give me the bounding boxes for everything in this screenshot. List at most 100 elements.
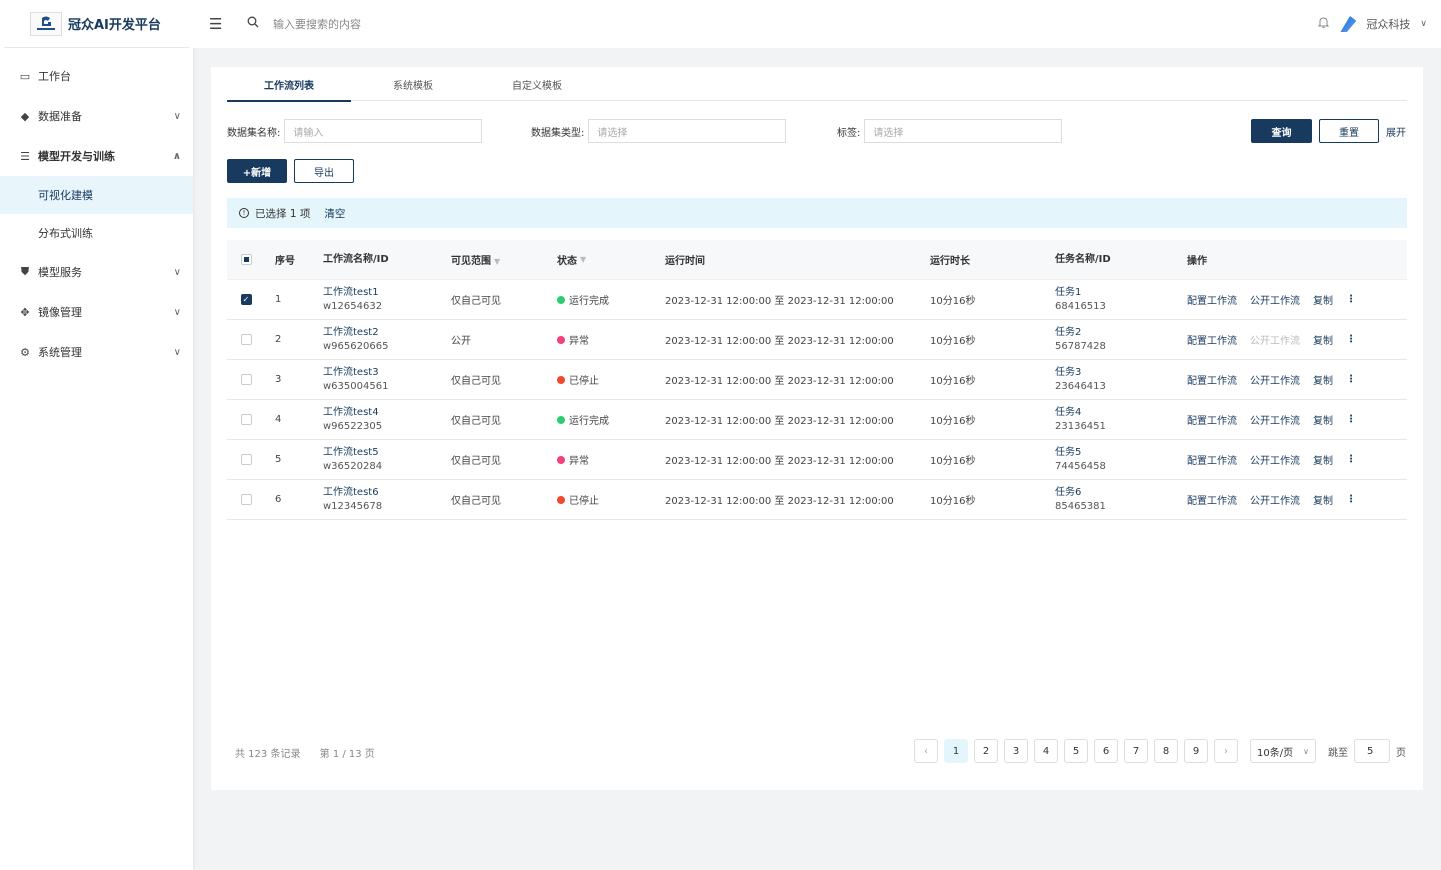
sidebar-item-model-service[interactable]: ⛊ 模型服务 ∨ (0, 252, 193, 292)
row-checkbox[interactable] (240, 454, 252, 465)
copy-button[interactable]: 复制 (1313, 412, 1333, 427)
configure-workflow-button[interactable]: 配置工作流 (1187, 292, 1237, 307)
user-name[interactable]: 冠众科技 (1366, 16, 1410, 32)
filter-icon[interactable]: ▼ (580, 255, 586, 264)
visibility-cell: 仅自己可见 (451, 376, 501, 387)
configure-workflow-button[interactable]: 配置工作流 (1187, 332, 1237, 347)
tab-custom-templates[interactable]: 自定义模板 (475, 67, 599, 101)
more-actions-icon[interactable]: ⋮ (1346, 294, 1356, 305)
global-search-input[interactable] (273, 17, 573, 31)
sidebar-subitem-visual-modeling[interactable]: 可视化建模 (0, 176, 193, 214)
clear-selection-link[interactable]: 清空 (324, 206, 345, 221)
page-size-select[interactable]: 10条/页 ∨ (1250, 739, 1316, 763)
next-page-button[interactable]: › (1214, 739, 1238, 763)
task-name[interactable]: 任务1 (1055, 286, 1187, 300)
copy-button[interactable]: 复制 (1313, 332, 1333, 347)
table-row[interactable]: 4 工作流test4 w96522305 仅自己可见 运行完成 2023-12-31 12… (227, 400, 1407, 440)
row-checkbox[interactable] (240, 494, 252, 505)
menu-toggle-icon[interactable]: ☰ (209, 15, 229, 33)
page-number-button[interactable]: 6 (1094, 739, 1118, 763)
prev-page-button[interactable]: ‹ (914, 739, 938, 763)
gear-icon: ⚙ (20, 345, 30, 359)
sidebar-item-model-dev[interactable]: ☰ 模型开发与训练 ∧ (0, 136, 193, 176)
more-actions-icon[interactable]: ⋮ (1346, 494, 1356, 505)
user-avatar-icon[interactable] (1340, 16, 1357, 32)
row-checkbox[interactable] (240, 414, 252, 425)
page-number-button[interactable]: 7 (1124, 739, 1148, 763)
row-index: 1 (275, 294, 282, 305)
row-index: 2 (275, 334, 282, 345)
tag-select[interactable]: 请选择 (864, 119, 1063, 143)
page-number-button[interactable]: 2 (974, 739, 998, 763)
bell-icon[interactable] (1317, 16, 1330, 33)
dataset-name-input[interactable]: 请输入 (284, 119, 483, 143)
workflow-name[interactable]: 工作流test4 (323, 406, 451, 420)
configure-workflow-button[interactable]: 配置工作流 (1187, 372, 1237, 387)
task-name[interactable]: 任务2 (1055, 326, 1187, 340)
jump-page-input[interactable]: 5 (1354, 739, 1390, 763)
row-checkbox[interactable] (240, 374, 252, 385)
sidebar-item-workbench[interactable]: ▭ 工作台 (0, 56, 193, 96)
table-row[interactable]: 6 工作流test6 w12345678 仅自己可见 已停止 2023-12-31 12:… (227, 480, 1407, 520)
tab-system-templates[interactable]: 系统模板 (351, 67, 475, 101)
sidebar-subitem-distributed-training[interactable]: 分布式训练 (0, 214, 193, 252)
publish-workflow-button[interactable]: 公开工作流 (1250, 412, 1300, 427)
workflow-name-cell: 工作流test6 w12345678 (323, 486, 451, 514)
task-cell: 任务5 74456458 (1055, 446, 1187, 474)
copy-button[interactable]: 复制 (1313, 452, 1333, 467)
more-actions-icon[interactable]: ⋮ (1346, 454, 1356, 465)
more-actions-icon[interactable]: ⋮ (1346, 334, 1356, 345)
copy-button[interactable]: 复制 (1313, 292, 1333, 307)
workflow-id: w965620665 (323, 340, 389, 352)
page-number-button[interactable]: 4 (1034, 739, 1058, 763)
add-button[interactable]: +新增 (227, 159, 287, 183)
more-actions-icon[interactable]: ⋮ (1346, 414, 1356, 425)
task-cell: 任务1 68416513 (1055, 286, 1187, 314)
row-checkbox[interactable] (240, 334, 252, 345)
workflow-name[interactable]: 工作流test2 (323, 326, 451, 340)
sidebar-item-data-prep[interactable]: ◆ 数据准备 ∨ (0, 96, 193, 136)
table-row[interactable]: 5 工作流test5 w36520284 仅自己可见 异常 2023-12-31 12:0… (227, 440, 1407, 480)
export-button[interactable]: 导出 (294, 159, 354, 183)
table-row[interactable]: 2 工作流test2 w965620665 公开 异常 2023-12-31 12:00:… (227, 320, 1407, 360)
sidebar-item-system-mgmt[interactable]: ⚙ 系统管理 ∨ (0, 332, 193, 372)
task-name[interactable]: 任务3 (1055, 366, 1187, 380)
workflow-name[interactable]: 工作流test5 (323, 446, 451, 460)
tab-workflow-list[interactable]: 工作流列表 (227, 67, 351, 102)
filter-icon[interactable]: ▼ (494, 257, 500, 266)
table-row[interactable]: ✓ 1 工作流test1 w12654632 仅自己可见 运行完成 2023-12-31 1… (227, 280, 1407, 320)
publish-workflow-button[interactable]: 公开工作流 (1250, 292, 1300, 307)
sidebar-item-image-mgmt[interactable]: ✥ 镜像管理 ∨ (0, 292, 193, 332)
copy-button[interactable]: 复制 (1313, 372, 1333, 387)
task-name[interactable]: 任务5 (1055, 446, 1187, 460)
page-number-button[interactable]: 5 (1064, 739, 1088, 763)
workflow-name[interactable]: 工作流test3 (323, 366, 451, 380)
more-actions-icon[interactable]: ⋮ (1346, 374, 1356, 385)
publish-workflow-button[interactable]: 公开工作流 (1250, 372, 1300, 387)
reset-button[interactable]: 重置 (1319, 119, 1379, 143)
workflow-name[interactable]: 工作流test1 (323, 286, 451, 300)
chevron-down-icon[interactable]: ∨ (1420, 19, 1427, 29)
table-row[interactable]: 3 工作流test3 w635004561 仅自己可见 已停止 2023-12-31 12… (227, 360, 1407, 400)
dataset-type-select[interactable]: 请选择 (588, 119, 787, 143)
publish-workflow-button[interactable]: 公开工作流 (1250, 492, 1300, 507)
publish-workflow-button[interactable]: 公开工作流 (1250, 452, 1300, 467)
copy-button[interactable]: 复制 (1313, 492, 1333, 507)
task-cell: 任务6 85465381 (1055, 486, 1187, 514)
page-number-button[interactable]: 1 (944, 739, 968, 763)
page-number-button[interactable]: 9 (1184, 739, 1208, 763)
pagination-summary: 共 123 条记录 第 1 / 13 页 (235, 745, 375, 760)
select-all-checkbox[interactable] (240, 254, 252, 265)
task-name[interactable]: 任务4 (1055, 406, 1187, 420)
configure-workflow-button[interactable]: 配置工作流 (1187, 492, 1237, 507)
expand-filters-link[interactable]: 展开 (1386, 124, 1406, 139)
page-number-button[interactable]: 8 (1154, 739, 1178, 763)
page-number-button[interactable]: 3 (1004, 739, 1028, 763)
configure-workflow-button[interactable]: 配置工作流 (1187, 412, 1237, 427)
workflow-name[interactable]: 工作流test6 (323, 486, 451, 500)
configure-workflow-button[interactable]: 配置工作流 (1187, 452, 1237, 467)
query-button[interactable]: 查询 (1251, 119, 1312, 143)
task-name[interactable]: 任务6 (1055, 486, 1187, 500)
row-checkbox[interactable]: ✓ (240, 294, 252, 305)
tab-bar: 工作流列表 系统模板 自定义模板 (227, 67, 1407, 102)
